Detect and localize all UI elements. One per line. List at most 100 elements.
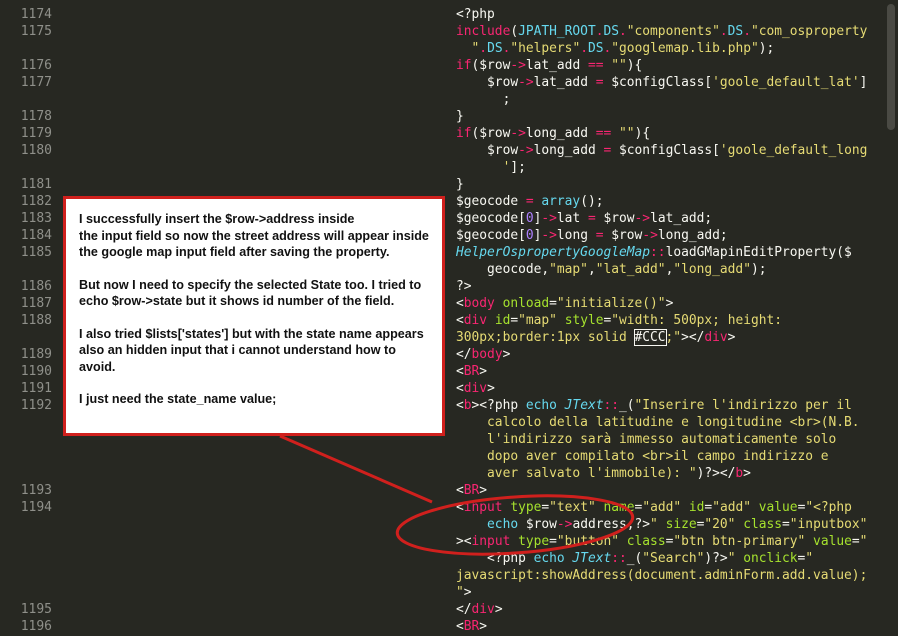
- code-token: >: [463, 585, 472, 600]
- code-token: ==: [587, 58, 604, 73]
- code-line[interactable]: $geocode = array();: [456, 193, 604, 210]
- code-line[interactable]: calcolo della latitudine e longitudine <…: [456, 414, 860, 431]
- code-token: aver salvato l'immobile): ": [456, 466, 697, 481]
- code-line[interactable]: <?php: [456, 6, 495, 23]
- code-token: <: [456, 364, 464, 379]
- code-token: class: [619, 534, 666, 549]
- code-token: value: [751, 500, 798, 515]
- code-token: BR: [463, 619, 480, 634]
- code-token: long_add: [533, 143, 604, 158]
- code-line[interactable]: <BR>: [456, 618, 487, 635]
- code-token: "helpers": [510, 41, 581, 56]
- code-token: long: [556, 228, 596, 243]
- code-token: "lat_add": [595, 262, 666, 277]
- code-token: =: [510, 313, 519, 328]
- code-token: >: [479, 483, 488, 498]
- code-line[interactable]: <?php echo JText::_("Search")?> " onclick…: [456, 550, 813, 567]
- code-line[interactable]: <input type="text" name="add" id="add" v…: [456, 499, 852, 516]
- code-token: .: [743, 24, 751, 39]
- code-line[interactable]: javascript:showAddress(document.adminFor…: [456, 567, 867, 584]
- code-line[interactable]: <div id="map" style="width: 500px; heigh…: [456, 312, 782, 329]
- code-token: JPATH_ROOT: [518, 24, 596, 39]
- code-line[interactable]: ".DS."helpers".DS."googlemap.lib.php");: [456, 40, 775, 57]
- code-token: ($row: [471, 58, 511, 73]
- code-token: JText: [556, 398, 604, 413]
- code-token: >: [494, 602, 503, 617]
- code-line[interactable]: $row->lat_add = $configClass['goole_defa…: [456, 74, 867, 91]
- code-token: }: [456, 109, 464, 124]
- code-token: value: [805, 534, 852, 549]
- code-line[interactable]: include(JPATH_ROOT.DS."components".DS."c…: [456, 23, 867, 40]
- code-token: DS: [727, 24, 744, 39]
- code-token: div: [463, 381, 488, 396]
- code-token: DS: [587, 41, 604, 56]
- line-number: 1187: [20, 296, 52, 311]
- vertical-scrollbar[interactable]: [887, 4, 895, 130]
- code-token: ];: [510, 160, 526, 175]
- code-line[interactable]: <body onload="initialize()">: [456, 295, 673, 312]
- code-token: ==: [595, 126, 612, 141]
- code-token: class: [735, 517, 783, 532]
- code-token: _(: [626, 551, 643, 566]
- code-token: address;?>: [572, 517, 651, 532]
- code-line[interactable]: ">: [456, 584, 472, 601]
- code-token: ->: [541, 211, 557, 226]
- code-token: }: [456, 177, 464, 192]
- code-token: "add": [712, 500, 751, 515]
- line-number: 1179: [20, 126, 52, 141]
- code-line[interactable]: <b><?php echo JText::_("Inserire l'indir…: [456, 397, 852, 414]
- code-token: <: [456, 500, 464, 515]
- code-line[interactable]: l'indirizzo sarà immesso automaticamente…: [456, 431, 836, 448]
- line-number: 1196: [20, 619, 52, 634]
- line-number: 1189: [20, 347, 52, 362]
- code-token: )?>: [704, 551, 728, 566]
- code-token: $geocode: [456, 194, 526, 209]
- code-token: BR: [463, 364, 480, 379]
- line-number: 1194: [20, 500, 52, 515]
- code-line[interactable]: echo $row->address;?>" size="20" class="…: [456, 516, 867, 533]
- line-number: 1184: [20, 228, 52, 243]
- code-token: "components": [626, 24, 720, 39]
- code-line[interactable]: ><input type="button" class="btn btn-pri…: [456, 533, 867, 550]
- code-token: 0: [525, 211, 534, 226]
- code-line[interactable]: $row->long_add = $configClass['goole_def…: [456, 142, 867, 159]
- code-line[interactable]: </body>: [456, 346, 510, 363]
- code-line[interactable]: <div>: [456, 380, 495, 397]
- code-line[interactable]: 300px;border:1px solid #CCC;"></div>: [456, 329, 735, 346]
- code-line[interactable]: </div>: [456, 601, 503, 618]
- code-line[interactable]: HelperOspropertyGoogleMap::loadGMapinEdi…: [456, 244, 852, 261]
- code-token: ($row: [471, 126, 511, 141]
- code-line[interactable]: ;: [456, 91, 511, 108]
- code-area[interactable]: <?php include(JPATH_ROOT.DS."components".…: [456, 0, 886, 636]
- code-line[interactable]: dopo aver compilato <br>il campo indiriz…: [456, 448, 829, 465]
- code-line[interactable]: if($row->long_add == ""){: [456, 125, 650, 142]
- code-token: ,: [587, 262, 596, 277]
- code-token: div: [704, 330, 728, 345]
- code-token: <?php: [456, 551, 534, 566]
- code-line[interactable]: <BR>: [456, 482, 487, 499]
- code-line[interactable]: }: [456, 108, 464, 125]
- code-token: ::: [650, 245, 666, 260]
- code-token: div: [471, 602, 495, 617]
- code-token: b: [463, 398, 472, 413]
- code-line[interactable]: $geocode[0]->lat = $row->lat_add;: [456, 210, 712, 227]
- code-token: name: [595, 500, 635, 515]
- code-line[interactable]: $geocode[0]->long = $row->long_add;: [456, 227, 728, 244]
- code-token: =: [851, 534, 860, 549]
- code-line[interactable]: aver salvato l'immobile): ")?></b>: [456, 465, 751, 482]
- code-token: lat: [556, 211, 588, 226]
- code-token: ]: [859, 75, 868, 90]
- code-token: ::: [611, 551, 627, 566]
- code-token: ->: [510, 126, 526, 141]
- code-line[interactable]: '];: [456, 159, 526, 176]
- code-token: =: [782, 517, 790, 532]
- code-token: _(: [619, 398, 635, 413]
- code-line[interactable]: <BR>: [456, 363, 487, 380]
- code-line[interactable]: ?>: [456, 278, 472, 295]
- line-number: 1188: [20, 313, 52, 328]
- code-token: "Inserire l'indirizzo per il: [634, 398, 852, 413]
- code-line[interactable]: geocode,"map","lat_add","long_add");: [456, 261, 766, 278]
- code-line[interactable]: }: [456, 176, 464, 193]
- code-token: loadGMapinEditProperty($: [665, 245, 852, 260]
- code-line[interactable]: if($row->lat_add == ""){: [456, 57, 642, 74]
